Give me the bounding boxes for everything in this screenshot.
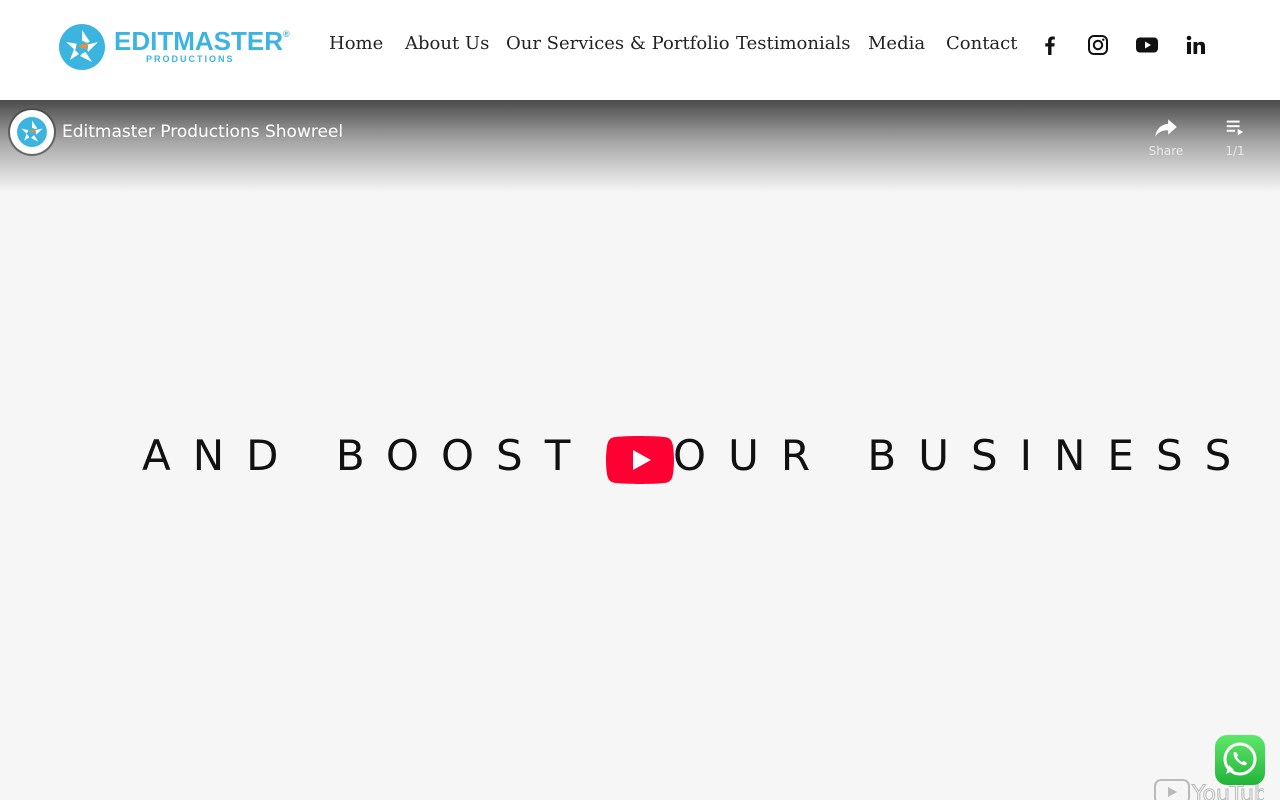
nav-about-us[interactable]: About Us	[405, 33, 489, 54]
playlist-icon	[1226, 120, 1244, 136]
nav-contact[interactable]: Contact	[946, 33, 1017, 54]
whatsapp-chat-button[interactable]	[1215, 735, 1265, 785]
video-top-overlay	[0, 100, 1280, 192]
instagram-icon[interactable]	[1086, 33, 1110, 57]
nav-home[interactable]: Home	[329, 33, 383, 54]
video-title[interactable]: Editmaster Productions Showreel	[62, 122, 343, 142]
play-button[interactable]	[606, 436, 674, 484]
play-icon	[606, 436, 674, 484]
logo-subtitle: PRODUCTIONS	[146, 54, 235, 64]
share-label: Share	[1148, 144, 1184, 158]
site-header: EDITMASTER® PRODUCTIONS Home About Us Ou…	[0, 0, 1280, 100]
facebook-icon[interactable]	[1038, 33, 1062, 57]
nav-media[interactable]: Media	[868, 33, 925, 54]
youtube-icon[interactable]	[1135, 33, 1159, 57]
playlist-button[interactable]: 1/1	[1205, 112, 1265, 162]
share-button[interactable]: Share	[1136, 112, 1196, 162]
site-logo[interactable]: EDITMASTER® PRODUCTIONS	[58, 22, 290, 74]
whatsapp-icon	[1223, 742, 1257, 776]
nav-services-portfolio[interactable]: Our Services & Portfolio	[506, 33, 730, 54]
nav-testimonials[interactable]: Testimonials	[736, 33, 850, 54]
logo-brand-text: EDITMASTER®	[114, 26, 290, 56]
share-icon	[1155, 119, 1177, 137]
logo-aperture-icon	[59, 24, 105, 70]
linkedin-icon[interactable]	[1184, 33, 1208, 57]
channel-logo-icon	[17, 117, 47, 147]
channel-avatar[interactable]	[10, 110, 54, 154]
playlist-counter: 1/1	[1225, 144, 1245, 158]
video-embed[interactable]: Editmaster Productions Showreel Share 1/…	[0, 100, 1280, 800]
